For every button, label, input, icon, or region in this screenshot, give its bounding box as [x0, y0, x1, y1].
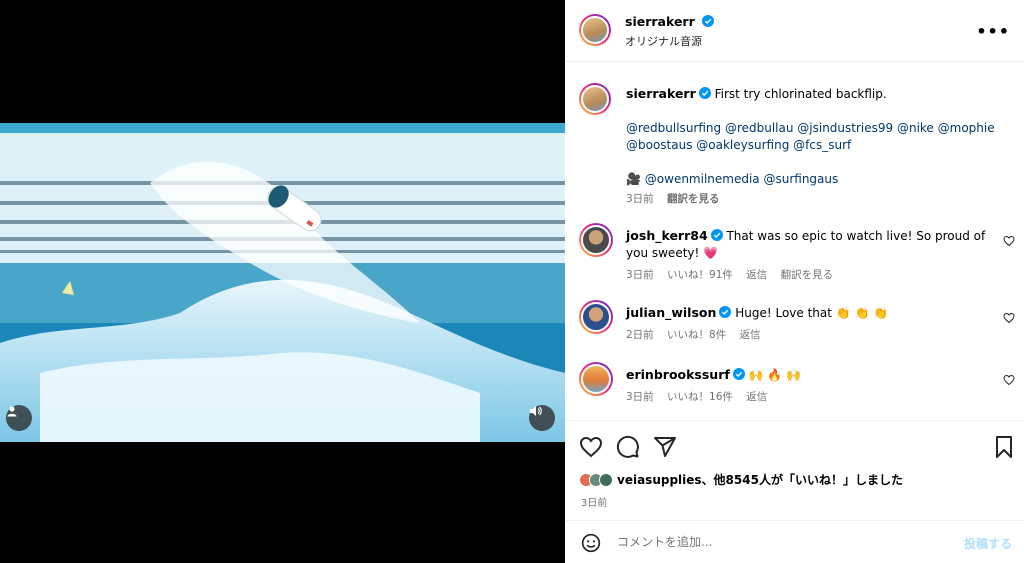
verified-icon: [698, 87, 711, 99]
author-name-row: sierrakerr: [625, 14, 714, 29]
heart-icon[interactable]: [579, 435, 603, 459]
caption-tags-3[interactable]: @owenmilnemedia @surfingaus: [645, 172, 838, 186]
emoji-icon[interactable]: [581, 533, 601, 553]
comment-text: Huge! Love that 👏 👏 👏: [735, 306, 889, 320]
add-comment-bar: 投稿する: [565, 520, 1024, 563]
comment-body: julian_wilson Huge! Love that 👏 👏 👏 2日前 …: [626, 304, 986, 344]
comment-likes[interactable]: いいね！16件: [667, 391, 733, 403]
video-frame: [0, 123, 565, 442]
video-player[interactable]: [0, 123, 565, 442]
comment-username[interactable]: erinbrookssurf: [626, 367, 730, 382]
comment-username[interactable]: josh_kerr84: [626, 228, 708, 243]
heart-icon[interactable]: [1003, 312, 1015, 324]
post-comment-button[interactable]: 投稿する: [964, 535, 1012, 552]
audio-label[interactable]: オリジナル音源: [625, 33, 702, 49]
liker-avatars: [579, 472, 613, 487]
comment-likes[interactable]: いいね！8件: [667, 329, 726, 341]
caption: sierrakerr First try chlorinated backfli…: [626, 85, 1006, 208]
comment-reply[interactable]: 返信: [746, 269, 767, 281]
caption-time[interactable]: 3日前: [626, 193, 654, 205]
mute-button[interactable]: [529, 405, 555, 431]
verified-icon: [710, 229, 723, 241]
bookmark-icon[interactable]: [992, 435, 1016, 459]
comment-avatar[interactable]: [579, 362, 613, 396]
likes-summary: veiasupplies 、他8545人が「いいね！」しました: [579, 471, 903, 488]
volume-icon: [530, 406, 542, 416]
comments-section: sierrakerr First try chlorinated backfli…: [565, 63, 1024, 420]
comment-reply[interactable]: 返信: [746, 391, 767, 403]
liker-username[interactable]: veiasupplies: [617, 473, 702, 487]
comment-time[interactable]: 3日前: [626, 391, 654, 403]
more-icon: •••: [976, 22, 1010, 41]
comment-meta: 3日前 いいね！16件 返信: [626, 389, 986, 406]
comment-text: 🙌 🔥 🙌: [748, 368, 802, 382]
comment-icon[interactable]: [616, 435, 640, 459]
caption-meta: 3日前 翻訳を見る: [626, 191, 1006, 208]
post-date[interactable]: 3日前: [581, 494, 607, 509]
post-header: sierrakerr オリジナル音源 •••: [565, 0, 1024, 62]
comment-reply[interactable]: 返信: [740, 329, 761, 341]
caption-tags-2[interactable]: @boostaus @oakleysurfing @fcs_surf: [626, 137, 1006, 154]
comment-time[interactable]: 3日前: [626, 269, 654, 281]
comment-avatar[interactable]: [579, 223, 613, 257]
caption-avatar[interactable]: [579, 83, 611, 115]
caption-tags-1[interactable]: @redbullsurfing @redbullau @jsindustries…: [626, 120, 1006, 137]
verified-icon: [732, 368, 745, 380]
heart-icon[interactable]: [1003, 374, 1015, 386]
comment-input[interactable]: [617, 531, 937, 553]
author-avatar[interactable]: [579, 14, 611, 46]
heart-icon[interactable]: [1003, 235, 1015, 247]
comment-likes[interactable]: いいね！91件: [667, 269, 733, 281]
user-icon: [7, 406, 17, 417]
action-bar: veiasupplies 、他8545人が「いいね！」しました 3日前: [565, 420, 1024, 520]
post-panel: sierrakerr オリジナル音源 ••• sierrakerr First …: [565, 0, 1024, 563]
media-viewer: [0, 0, 565, 563]
verified-icon: [719, 306, 732, 318]
comment-body: josh_kerr84 That was so epic to watch li…: [626, 227, 986, 284]
camera-emoji: 🎥: [626, 172, 641, 186]
verified-icon: [701, 15, 714, 27]
comment-translate[interactable]: 翻訳を見る: [781, 269, 834, 281]
comment-meta: 2日前 いいね！8件 返信: [626, 327, 986, 344]
comment-avatar[interactable]: [579, 300, 613, 334]
comment-time[interactable]: 2日前: [626, 329, 654, 341]
caption-translate[interactable]: 翻訳を見る: [667, 193, 720, 205]
caption-text: First try chlorinated backflip.: [714, 87, 887, 101]
share-icon[interactable]: [653, 435, 677, 459]
comment-body: erinbrookssurf 🙌 🔥 🙌 3日前 いいね！16件 返信: [626, 366, 986, 406]
author-username[interactable]: sierrakerr: [625, 14, 695, 29]
caption-username[interactable]: sierrakerr: [626, 86, 696, 101]
user-tags-button[interactable]: [6, 405, 32, 431]
comment-meta: 3日前 いいね！91件 返信 翻訳を見る: [626, 267, 986, 284]
comment-username[interactable]: julian_wilson: [626, 305, 716, 320]
more-options-button[interactable]: •••: [976, 22, 1010, 41]
likes-text[interactable]: 、他8545人が「いいね！」しました: [702, 471, 903, 488]
